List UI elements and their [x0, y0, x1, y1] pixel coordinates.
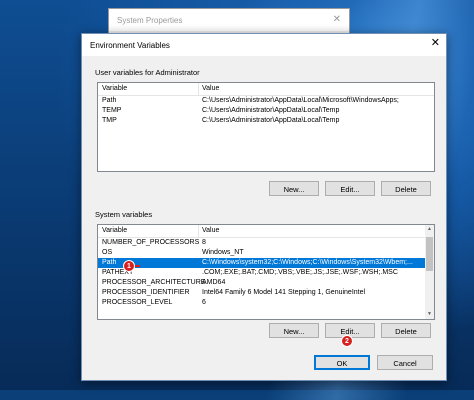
table-row[interactable]: TMP C:\Users\Administrator\AppData\Local\…	[98, 116, 434, 126]
variable-name: PROCESSOR_ARCHITECTURE	[102, 279, 206, 286]
variable-name: Path	[102, 97, 117, 104]
column-header-variable[interactable]: Variable	[102, 85, 127, 92]
table-row[interactable]: TEMP C:\Users\Administrator\AppData\Local…	[98, 106, 434, 116]
close-icon[interactable]: ✕	[431, 38, 440, 49]
cancel-button[interactable]: Cancel	[377, 355, 433, 370]
user-edit-button[interactable]: Edit...	[325, 181, 375, 196]
table-row[interactable]: Path C:\Users\Administrator\AppData\Local…	[98, 96, 434, 106]
variable-value: C:\Users\Administrator\AppData\Local\Tem…	[202, 117, 340, 124]
system-new-button[interactable]: New...	[269, 323, 319, 338]
table-row[interactable]: PROCESSOR_IDENTIFIER Intel64 Family 6 Mod…	[98, 288, 425, 298]
system-variables-label: System variables	[95, 210, 153, 219]
close-icon[interactable]: ✕	[333, 14, 341, 25]
column-header-variable[interactable]: Variable	[102, 227, 127, 234]
table-row[interactable]: OS Windows_NT	[98, 248, 425, 258]
variable-name: TMP	[102, 117, 117, 124]
scroll-up-arrow-icon[interactable]: ▲	[425, 225, 434, 234]
scrollbar-thumb[interactable]	[426, 237, 433, 271]
dialog-title: Environment Variables	[90, 41, 170, 50]
variable-value: AMD64	[202, 279, 226, 286]
column-header-value[interactable]: Value	[202, 85, 219, 92]
dialog-titlebar: Environment Variables ✕	[82, 34, 446, 56]
variable-value: Windows_NT	[202, 249, 244, 256]
variable-value: C:\Users\Administrator\AppData\Local\Mic…	[202, 97, 399, 104]
variable-value: 6	[202, 299, 206, 306]
system-properties-title: System Properties	[109, 9, 349, 31]
variable-name: PROCESSOR_IDENTIFIER	[102, 289, 190, 296]
variable-value: C:\Windows\system32;C:\Windows;C:\Window…	[202, 259, 413, 266]
table-row[interactable]: PROCESSOR_LEVEL 6	[98, 298, 425, 308]
variable-name: PROCESSOR_LEVEL	[102, 299, 173, 306]
user-delete-button[interactable]: Delete	[381, 181, 431, 196]
step-2-marker: 2	[341, 335, 353, 347]
variable-value: Intel64 Family 6 Model 141 Stepping 1, G…	[202, 289, 366, 296]
user-list-header: Variable Value	[98, 83, 434, 96]
variable-value: C:\Users\Administrator\AppData\Local\Tem…	[202, 107, 340, 114]
variable-name: Path	[102, 259, 117, 266]
step-1-marker: 1	[123, 260, 135, 272]
ok-button[interactable]: OK	[314, 355, 370, 370]
table-row[interactable]: PROCESSOR_ARCHITECTURE AMD64	[98, 278, 425, 288]
column-header-value[interactable]: Value	[202, 227, 219, 234]
table-row[interactable]: Path C:\Windows\system32;C:\Windows;C:\Wi…	[98, 258, 425, 268]
user-variables-list[interactable]: Variable Value Path C:\Users\Administrato…	[97, 82, 435, 172]
variable-name: NUMBER_OF_PROCESSORS	[102, 239, 200, 246]
environment-variables-dialog: Environment Variables ✕ User variables f…	[81, 33, 447, 381]
system-list-header: Variable Value	[98, 225, 434, 238]
variable-name: OS	[102, 249, 113, 256]
variable-value: 8	[202, 239, 206, 246]
table-row[interactable]: NUMBER_OF_PROCESSORS 8	[98, 238, 425, 248]
table-row[interactable]: PATHEXT .COM;.EXE;.BAT;.CMD;.VBS;.VBE;.JS…	[98, 268, 425, 278]
variable-value: .COM;.EXE;.BAT;.CMD;.VBS;.VBE;.JS;.JSE;.…	[202, 269, 398, 276]
variable-name: TEMP	[102, 107, 122, 114]
system-variables-list[interactable]: Variable Value NUMBER_OF_PROCESSORS 8 OS Wi…	[97, 224, 435, 320]
system-list-scrollbar[interactable]: ▲ ▼	[425, 225, 434, 319]
user-variables-label: User variables for Administrator	[95, 68, 200, 77]
user-new-button[interactable]: New...	[269, 181, 319, 196]
system-delete-button[interactable]: Delete	[381, 323, 431, 338]
scroll-down-arrow-icon[interactable]: ▼	[425, 310, 434, 319]
